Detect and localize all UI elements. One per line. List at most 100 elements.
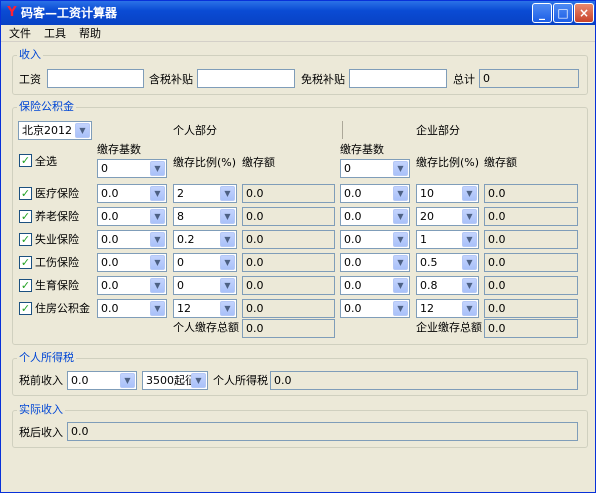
personal-amount: 0.0	[242, 253, 335, 272]
check-icon: ✓	[20, 154, 31, 167]
maximize-button[interactable]: □	[553, 3, 573, 23]
company-ratio-select-value: 12	[420, 302, 434, 315]
chevron-down-icon: ▼	[393, 209, 408, 224]
company-total-value: 0.0	[484, 319, 578, 338]
company-base-select-value: 0.0	[344, 256, 362, 269]
personal-ratio-select[interactable]: 0.2 ▼	[173, 230, 237, 249]
menu-file[interactable]: 文件	[9, 27, 31, 40]
insurance-row-label: 医疗保险	[35, 187, 79, 200]
chevron-down-icon: ▼	[220, 209, 235, 224]
company-ratio-select-value: 0.8	[420, 279, 438, 292]
company-base-select[interactable]: 0.0 ▼	[340, 276, 410, 295]
chevron-down-icon: ▼	[150, 209, 165, 224]
check-icon: ✓	[20, 256, 31, 269]
personal-ratio-select-value: 0.2	[177, 233, 195, 246]
taxable-allowance-label: 含税补贴	[149, 73, 193, 86]
pretax-select[interactable]: 0.0 ▼	[67, 371, 137, 390]
insurance-row-label: 养老保险	[35, 210, 79, 223]
chevron-down-icon: ▼	[462, 255, 477, 270]
threshold-select[interactable]: 3500起征 ▼	[142, 371, 208, 390]
personal-base-header: 缴存基数	[97, 143, 141, 156]
insurance-row-checkbox[interactable]: ✓	[19, 279, 32, 292]
personal-ratio-select[interactable]: 0 ▼	[173, 276, 237, 295]
section-divider	[342, 121, 343, 139]
chevron-down-icon: ▼	[220, 278, 235, 293]
chevron-down-icon: ▼	[393, 278, 408, 293]
company-base-select[interactable]: 0.0 ▼	[340, 184, 410, 203]
menu-help[interactable]: 帮助	[79, 27, 101, 40]
salary-input[interactable]	[47, 69, 144, 88]
chevron-down-icon: ▼	[462, 186, 477, 201]
company-base-select[interactable]: 0.0 ▼	[340, 230, 410, 249]
chevron-down-icon: ▼	[393, 255, 408, 270]
personal-ratio-header: 缴存比例(%)	[173, 156, 237, 169]
company-amount: 0.0	[484, 230, 578, 249]
personal-base-select[interactable]: 0.0 ▼	[97, 230, 167, 249]
personal-ratio-select[interactable]: 2 ▼	[173, 184, 237, 203]
insurance-row-checkbox[interactable]: ✓	[19, 233, 32, 246]
company-ratio-select[interactable]: 12 ▼	[416, 299, 479, 318]
personal-base-select[interactable]: 0.0 ▼	[97, 299, 167, 318]
insurance-row-label: 失业保险	[35, 233, 79, 246]
company-ratio-select-value: 1	[420, 233, 427, 246]
taxfree-allowance-label: 免税补贴	[301, 73, 345, 86]
select-all-checkbox[interactable]: ✓	[19, 154, 32, 167]
chevron-down-icon: ▼	[393, 161, 408, 176]
chevron-down-icon: ▼	[462, 232, 477, 247]
personal-ratio-select-value: 0	[177, 256, 184, 269]
company-ratio-select[interactable]: 0.5 ▼	[416, 253, 479, 272]
chevron-down-icon: ▼	[393, 232, 408, 247]
personal-base-select[interactable]: 0.0 ▼	[97, 276, 167, 295]
title-bar[interactable]: Y 码客—工资计算器 _ □ ×	[1, 1, 595, 25]
personal-ratio-select[interactable]: 12 ▼	[173, 299, 237, 318]
personal-ratio-select[interactable]: 0 ▼	[173, 253, 237, 272]
company-ratio-select[interactable]: 1 ▼	[416, 230, 479, 249]
company-base-all-value: 0	[344, 162, 351, 175]
city-select[interactable]: 北京2012 ▼	[18, 121, 92, 140]
insurance-row-checkbox[interactable]: ✓	[19, 210, 32, 223]
app-window: Y 码客—工资计算器 _ □ × 文件 工具 帮助 收入 工资 含税补贴 免税补…	[0, 0, 596, 493]
company-base-all-select[interactable]: 0 ▼	[340, 159, 410, 178]
personal-total-label: 个人缴存总额	[173, 321, 239, 334]
close-button[interactable]: ×	[574, 3, 594, 23]
personal-base-select[interactable]: 0.0 ▼	[97, 253, 167, 272]
personal-amount: 0.0	[242, 184, 335, 203]
chevron-down-icon: ▼	[220, 232, 235, 247]
company-base-select[interactable]: 0.0 ▼	[340, 299, 410, 318]
check-icon: ✓	[20, 210, 31, 223]
company-ratio-select[interactable]: 10 ▼	[416, 184, 479, 203]
insurance-row-label: 生育保险	[35, 279, 79, 292]
chevron-down-icon: ▼	[120, 373, 135, 388]
insurance-row-checkbox[interactable]: ✓	[19, 256, 32, 269]
company-base-select[interactable]: 0.0 ▼	[340, 207, 410, 226]
chevron-down-icon: ▼	[462, 278, 477, 293]
chevron-down-icon: ▼	[75, 123, 90, 138]
personal-base-select[interactable]: 0.0 ▼	[97, 184, 167, 203]
company-base-header: 缴存基数	[340, 143, 384, 156]
salary-label: 工资	[19, 73, 41, 86]
chevron-down-icon: ▼	[150, 232, 165, 247]
company-ratio-select-value: 20	[420, 210, 434, 223]
personal-base-select-value: 0.0	[101, 210, 119, 223]
income-group-title: 收入	[17, 48, 43, 61]
company-amount: 0.0	[484, 276, 578, 295]
chevron-down-icon: ▼	[462, 301, 477, 316]
chevron-down-icon: ▼	[393, 186, 408, 201]
minimize-button[interactable]: _	[532, 3, 552, 23]
insurance-row-checkbox[interactable]: ✓	[19, 187, 32, 200]
check-icon: ✓	[20, 187, 31, 200]
insurance-row-checkbox[interactable]: ✓	[19, 302, 32, 315]
chevron-down-icon: ▼	[150, 301, 165, 316]
taxfree-allowance-input[interactable]	[349, 69, 447, 88]
personal-base-all-select[interactable]: 0 ▼	[97, 159, 167, 178]
threshold-value: 3500起征	[146, 374, 196, 387]
company-ratio-select[interactable]: 0.8 ▼	[416, 276, 479, 295]
company-ratio-select[interactable]: 20 ▼	[416, 207, 479, 226]
personal-ratio-select[interactable]: 8 ▼	[173, 207, 237, 226]
chevron-down-icon: ▼	[220, 186, 235, 201]
personal-base-select[interactable]: 0.0 ▼	[97, 207, 167, 226]
taxable-allowance-input[interactable]	[197, 69, 295, 88]
menu-tools[interactable]: 工具	[44, 27, 66, 40]
company-base-select[interactable]: 0.0 ▼	[340, 253, 410, 272]
tax-group-title: 个人所得税	[17, 351, 76, 364]
